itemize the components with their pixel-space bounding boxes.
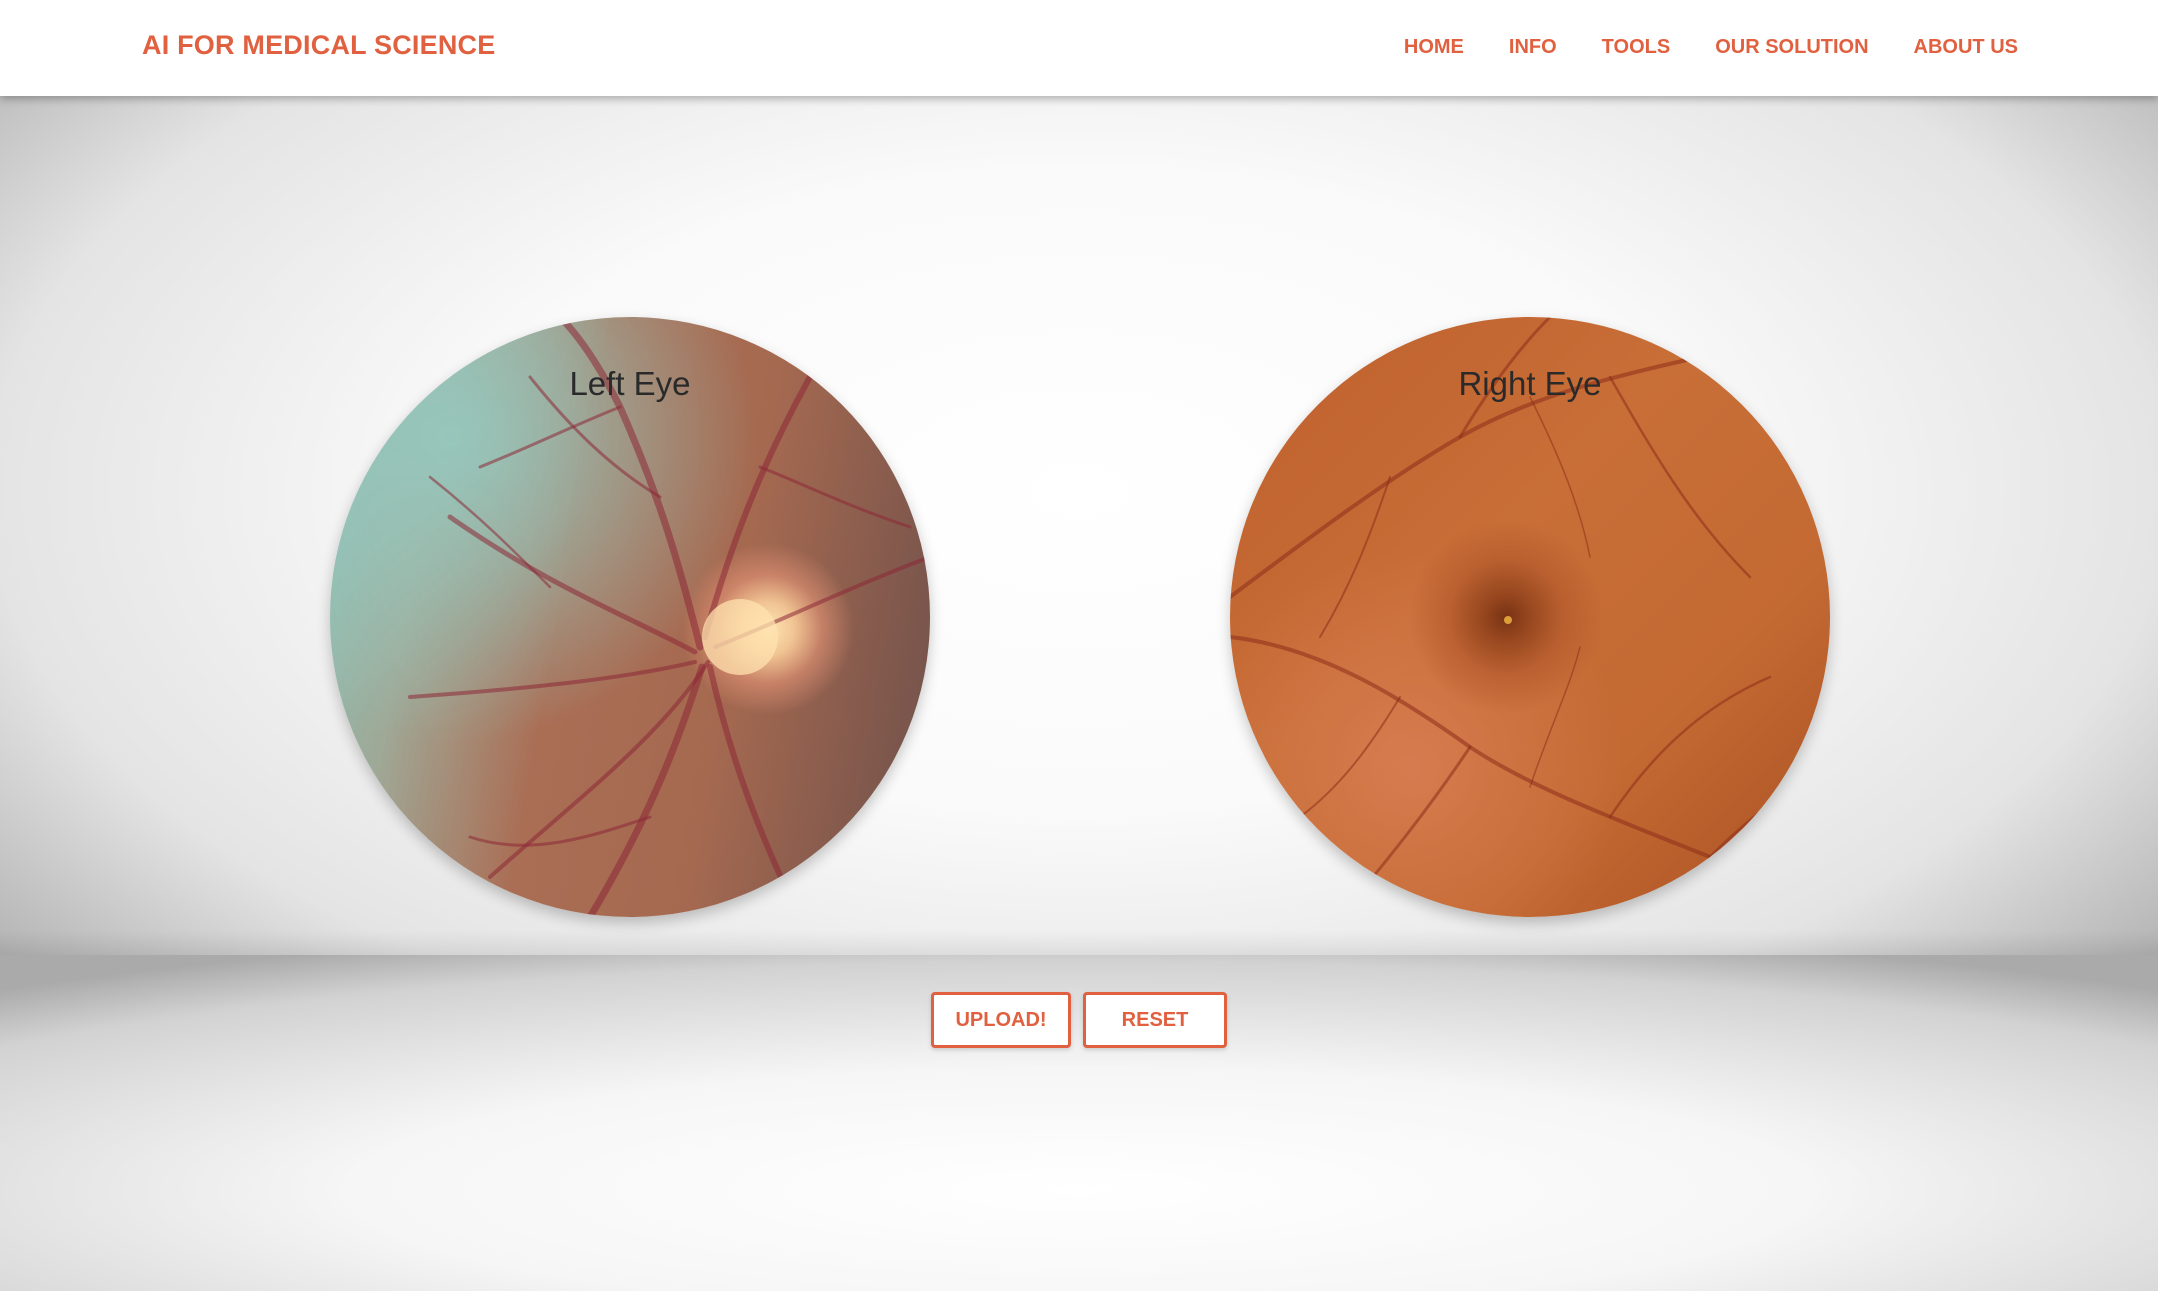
upload-button[interactable]: UPLOAD! <box>931 992 1071 1048</box>
top-navbar: AI FOR MEDICAL SCIENCE HOME INFO TOOLS O… <box>0 0 2158 96</box>
nav-info[interactable]: INFO <box>1509 36 1557 59</box>
left-eye-image[interactable]: Left Eye <box>330 317 930 917</box>
reset-button[interactable]: RESET <box>1083 992 1227 1048</box>
right-eye-image[interactable]: Right Eye <box>1230 317 1830 917</box>
nav-tools[interactable]: TOOLS <box>1602 36 1671 59</box>
left-eye-vessels <box>408 317 930 917</box>
nav-our-solution[interactable]: OUR SOLUTION <box>1715 36 1868 59</box>
main-nav: HOME INFO TOOLS OUR SOLUTION ABOUT US <box>1359 36 2018 59</box>
nav-about-us[interactable]: ABOUT US <box>1914 36 2018 59</box>
action-bar: UPLOAD! RESET <box>931 992 1227 1048</box>
left-eye-label: Left Eye <box>569 365 691 402</box>
brand-title[interactable]: AI FOR MEDICAL SCIENCE <box>142 30 495 61</box>
nav-home[interactable]: HOME <box>1404 36 1464 59</box>
right-eye-vessels <box>1230 317 1830 917</box>
right-eye-label: Right Eye <box>1458 365 1602 402</box>
